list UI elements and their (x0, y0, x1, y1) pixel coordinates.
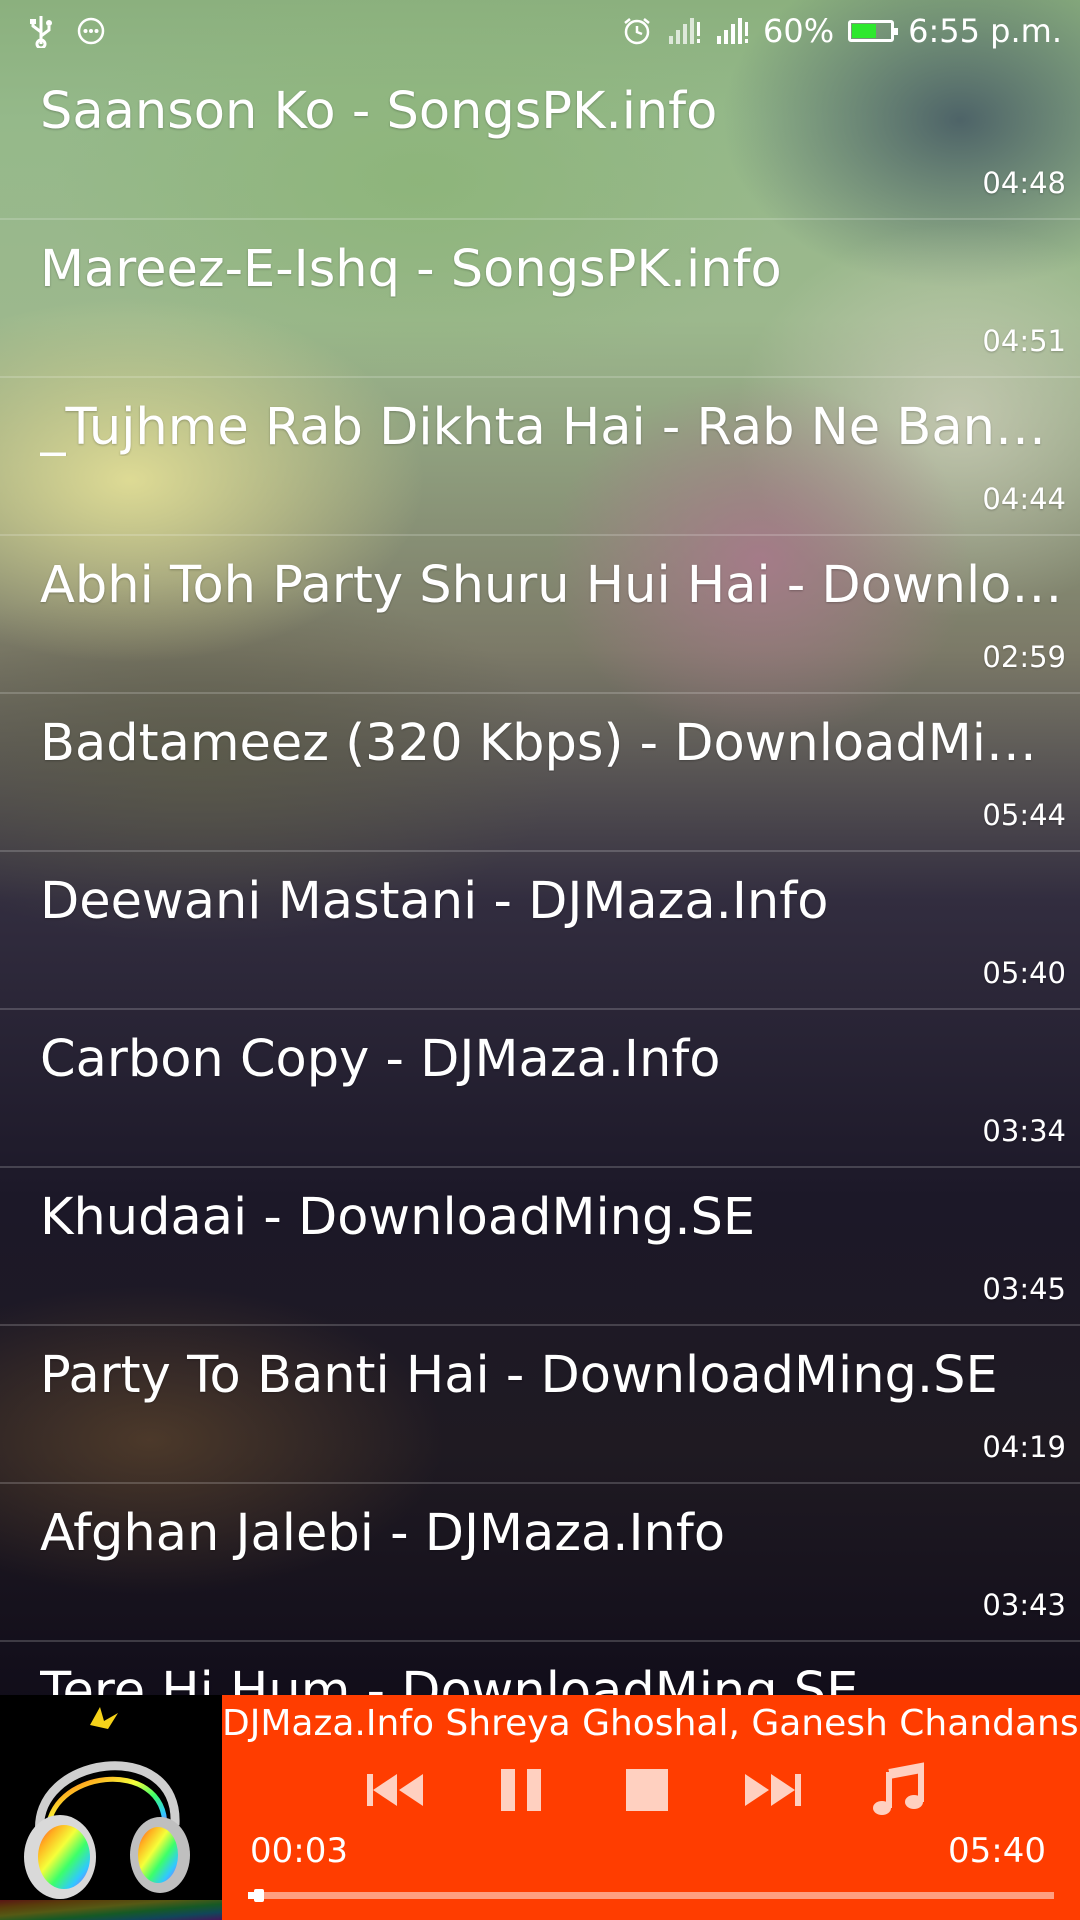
song-duration: 03:45 (982, 1272, 1066, 1306)
song-title: Khudaai - DownloadMing.SE (40, 1190, 756, 1247)
player-controls: DJMaza.Info Shreya Ghoshal, Ganesh Chand… (222, 1695, 1080, 1920)
list-item[interactable]: Deewani Mastani - DJMaza.Info 05:40 (0, 852, 1080, 1010)
stop-icon (626, 1769, 668, 1811)
stop-button[interactable] (614, 1757, 680, 1823)
song-duration: 03:34 (982, 1114, 1066, 1148)
song-duration: 04:48 (982, 166, 1066, 200)
song-title: Party To Banti Hai - DownloadMing.SE (40, 1348, 998, 1405)
now-playing-bar: DJMaza.Info Shreya Ghoshal, Ganesh Chand… (0, 1695, 1080, 1920)
previous-button[interactable] (362, 1757, 428, 1823)
playlist-button[interactable] (866, 1757, 932, 1823)
song-title: Badtameez (320 Kbps) - DownloadMing.SE (40, 716, 1066, 773)
song-title: Mareez-E-Ishq - SongsPK.info (40, 242, 782, 299)
battery-icon (848, 20, 899, 42)
alarm-icon (621, 15, 653, 47)
total-time: 05:40 (948, 1831, 1046, 1871)
pause-button[interactable] (488, 1757, 554, 1823)
song-title: Afghan Jalebi - DJMaza.Info (40, 1506, 726, 1563)
next-icon (745, 1774, 801, 1806)
progress-bar[interactable] (248, 1889, 1054, 1902)
song-duration: 05:44 (982, 798, 1066, 832)
list-item[interactable]: Party To Banti Hai - DownloadMing.SE 04:… (0, 1326, 1080, 1484)
elapsed-time: 00:03 (250, 1831, 348, 1871)
message-icon (76, 16, 106, 46)
next-button[interactable] (740, 1757, 806, 1823)
signal-icon (667, 16, 701, 46)
song-title: _Tujhme Rab Dikhta Hai - Rab Ne Bana Di … (40, 400, 1066, 457)
status-bar: 60% 6:55 p.m. (0, 0, 1080, 62)
song-title: Carbon Copy - DJMaza.Info (40, 1032, 721, 1089)
song-duration: 05:40 (982, 956, 1066, 990)
pause-icon (501, 1769, 541, 1811)
list-item[interactable]: Tere Hi Hum - DownloadMing.SE (0, 1642, 1080, 1695)
song-title: Deewani Mastani - DJMaza.Info (40, 874, 829, 931)
track-info: DJMaza.Info Shreya Ghoshal, Ganesh Chand… (222, 1703, 1080, 1744)
previous-icon (367, 1774, 423, 1806)
list-item[interactable]: _Tujhme Rab Dikhta Hai - Rab Ne Bana Di … (0, 378, 1080, 536)
song-title: Tere Hi Hum - DownloadMing.SE (40, 1664, 859, 1695)
list-item[interactable]: Saanson Ko - SongsPK.info 04:48 (0, 62, 1080, 220)
battery-percent: 60% (763, 12, 835, 50)
usb-icon (28, 14, 54, 48)
list-item[interactable]: Khudaai - DownloadMing.SE 03:45 (0, 1168, 1080, 1326)
progress-thumb[interactable] (254, 1889, 265, 1902)
list-item[interactable]: Badtameez (320 Kbps) - DownloadMing.SE 0… (0, 694, 1080, 852)
song-duration: 04:19 (982, 1430, 1066, 1464)
song-duration: 04:51 (982, 324, 1066, 358)
clock: 6:55 p.m. (908, 12, 1062, 50)
song-duration: 03:43 (982, 1588, 1066, 1622)
list-item[interactable]: Afghan Jalebi - DJMaza.Info 03:43 (0, 1484, 1080, 1642)
song-duration: 04:44 (982, 482, 1066, 516)
song-list[interactable]: Saanson Ko - SongsPK.info 04:48 Mareez-E… (0, 62, 1080, 1695)
song-duration: 02:59 (982, 640, 1066, 674)
list-item[interactable]: Mareez-E-Ishq - SongsPK.info 04:51 (0, 220, 1080, 378)
signal-icon (715, 16, 749, 46)
list-item[interactable]: Carbon Copy - DJMaza.Info 03:34 (0, 1010, 1080, 1168)
music-note-icon (873, 1762, 924, 1815)
song-title: Abhi Toh Party Shuru Hui Hai - DownloadM… (40, 558, 1066, 615)
song-title: Saanson Ko - SongsPK.info (40, 84, 718, 141)
list-item[interactable]: Abhi Toh Party Shuru Hui Hai - DownloadM… (0, 536, 1080, 694)
album-art[interactable] (0, 1695, 222, 1920)
